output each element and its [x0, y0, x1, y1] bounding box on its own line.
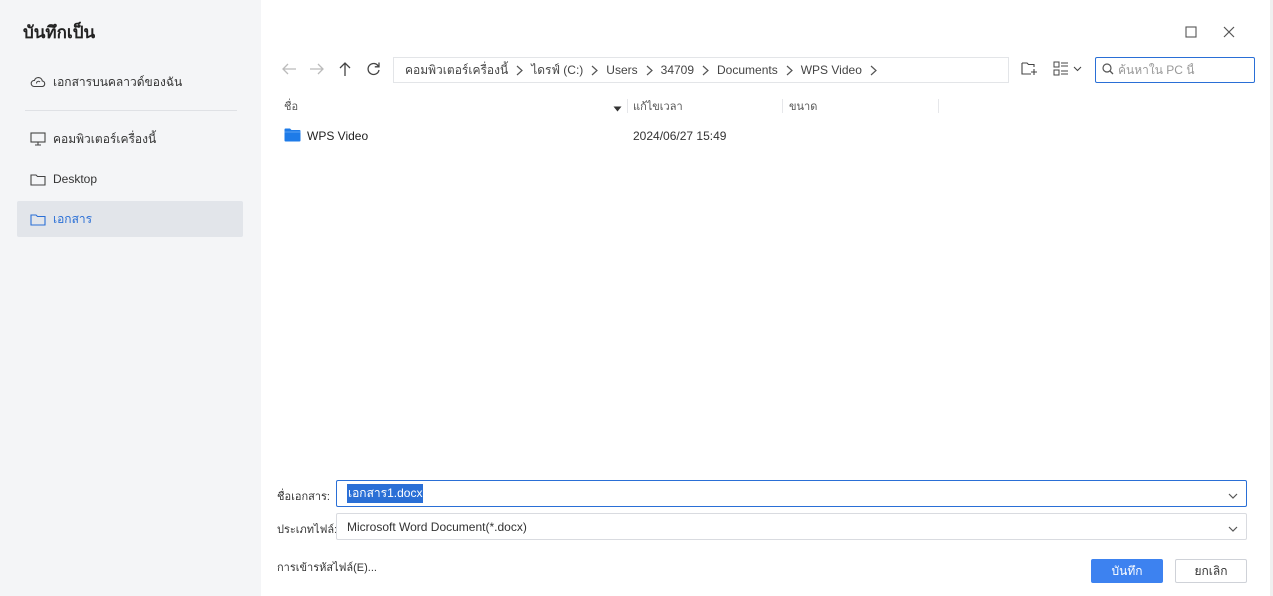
forward-button[interactable]: [307, 60, 327, 80]
breadcrumb-label: คอมพิวเตอร์เครื่องนี้: [405, 62, 509, 77]
breadcrumb: คอมพิวเตอร์เครื่องนี้ ไดรฟ์ (C:) Users 3…: [393, 57, 1009, 83]
breadcrumb-label: ไดรฟ์ (C:): [531, 62, 584, 77]
sidebar-item-cloud-documents[interactable]: เอกสารบนคลาวด์ของฉัน: [17, 64, 243, 100]
table-row[interactable]: WPS Video 2024/06/27 15:49: [284, 126, 984, 146]
search-icon: [1102, 62, 1114, 78]
folder-icon: [284, 128, 301, 145]
breadcrumb-item[interactable]: ไดรฟ์ (C:): [531, 61, 606, 80]
file-encoding-link[interactable]: การเข้ารหัสไฟล์(E)...: [277, 558, 377, 576]
chevron-right-icon: [702, 65, 709, 76]
up-arrow-icon: [338, 61, 352, 80]
sidebar-item-label: เอกสารบนคลาวด์ของฉัน: [53, 74, 183, 89]
breadcrumb-label: 34709: [660, 63, 695, 77]
column-header-modified[interactable]: แก้ไขเวลา: [633, 97, 683, 115]
cloud-icon: [29, 73, 47, 91]
chevron-right-icon: [646, 65, 653, 76]
new-folder-icon: [1020, 61, 1038, 79]
computer-icon: [29, 130, 47, 148]
forward-arrow-icon: [309, 62, 325, 79]
chevron-right-icon: [591, 65, 599, 76]
chevron-down-icon[interactable]: [1228, 489, 1238, 503]
breadcrumb-item[interactable]: Users: [606, 63, 660, 77]
breadcrumb-label: Users: [606, 63, 638, 77]
dialog-title: บันทึกเป็น: [23, 23, 96, 42]
filetype-label: ประเภทไฟล์:: [277, 524, 338, 536]
filetype-value: Microsoft Word Document(*.docx): [347, 519, 527, 534]
breadcrumb-item[interactable]: 34709: [661, 63, 717, 77]
filename-field[interactable]: เอกสาร1.docx: [336, 480, 1247, 507]
column-header-name[interactable]: ชื่อ: [284, 97, 298, 115]
column-divider[interactable]: [938, 99, 939, 113]
cancel-button[interactable]: ยกเลิก: [1175, 559, 1247, 583]
file-name: WPS Video: [307, 129, 369, 143]
chevron-right-icon: [516, 65, 524, 76]
sidebar: บันทึกเป็น เอกสารบนคลาวด์ของฉัน คอมพิวเต…: [0, 0, 261, 596]
maximize-button[interactable]: [1182, 24, 1200, 42]
breadcrumb-item[interactable]: Documents: [717, 63, 801, 77]
view-mode-icon: [1053, 61, 1083, 79]
filename-value[interactable]: เอกสาร1.docx: [347, 484, 424, 503]
sidebar-item-this-pc[interactable]: คอมพิวเตอร์เครื่องนี้: [17, 121, 243, 157]
folder-icon: [29, 170, 47, 188]
sidebar-divider: [25, 110, 237, 111]
column-divider[interactable]: [627, 99, 628, 113]
search-box[interactable]: [1095, 57, 1255, 83]
back-arrow-icon: [281, 62, 297, 79]
refresh-icon: [366, 61, 381, 79]
save-button[interactable]: บันทึก: [1091, 559, 1163, 583]
sidebar-item-label: Desktop: [53, 172, 98, 186]
chevron-right-icon: [786, 65, 793, 76]
sidebar-item-label: เอกสาร: [53, 211, 93, 226]
column-header-label: แก้ไขเวลา: [633, 101, 683, 113]
breadcrumb-item[interactable]: WPS Video: [801, 63, 885, 77]
sort-desc-icon: [613, 101, 622, 115]
sidebar-item-documents[interactable]: เอกสาร: [17, 201, 243, 237]
search-input[interactable]: [1118, 63, 1238, 77]
sidebar-item-desktop[interactable]: Desktop: [17, 161, 243, 197]
column-header-size[interactable]: ขนาด: [789, 97, 817, 115]
file-modified: 2024/06/27 15:49: [633, 129, 727, 143]
breadcrumb-item[interactable]: คอมพิวเตอร์เครื่องนี้: [405, 61, 531, 80]
column-header-label: ชื่อ: [284, 101, 299, 113]
up-button[interactable]: [335, 60, 355, 80]
sidebar-item-label: คอมพิวเตอร์เครื่องนี้: [53, 131, 157, 146]
chevron-right-icon: [870, 65, 877, 76]
refresh-button[interactable]: [363, 60, 383, 80]
back-button[interactable]: [279, 60, 299, 80]
column-header-label: ขนาด: [789, 101, 818, 113]
new-folder-button[interactable]: [1019, 60, 1039, 80]
breadcrumb-label: WPS Video: [800, 63, 862, 77]
close-button[interactable]: [1220, 24, 1238, 42]
chevron-down-icon: [1228, 522, 1238, 536]
filename-label: ชื่อเอกสาร:: [277, 491, 330, 503]
breadcrumb-label: Documents: [717, 63, 778, 77]
filetype-select[interactable]: Microsoft Word Document(*.docx): [336, 513, 1247, 540]
view-mode-button[interactable]: [1052, 60, 1084, 80]
maximize-icon: [1185, 25, 1197, 41]
column-divider[interactable]: [782, 99, 783, 113]
close-icon: [1223, 26, 1235, 41]
folder-icon: [29, 210, 47, 228]
